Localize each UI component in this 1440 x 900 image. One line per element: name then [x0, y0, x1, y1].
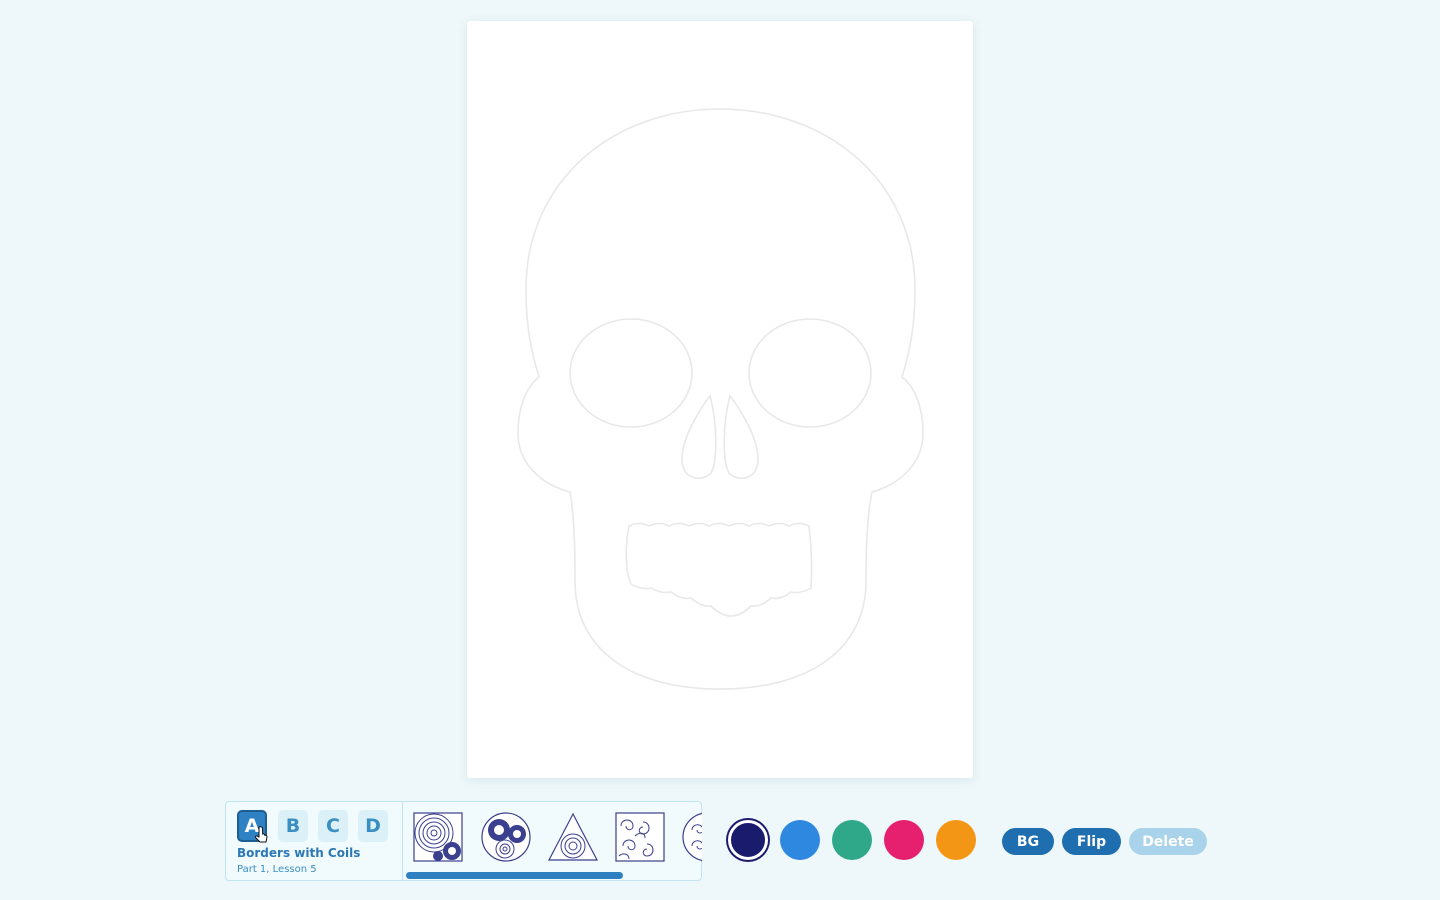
color-swatch-blue[interactable]: [780, 820, 820, 860]
tab-b[interactable]: B: [278, 810, 308, 842]
drawing-canvas[interactable]: [467, 21, 973, 778]
pattern-thumbnail-strip[interactable]: [404, 806, 702, 870]
tab-d[interactable]: D: [358, 810, 388, 842]
color-swatch-navy[interactable]: [728, 820, 768, 860]
color-swatch-teal[interactable]: [832, 820, 872, 860]
tab-label: D: [365, 815, 381, 837]
color-swatch-orange[interactable]: [936, 820, 976, 860]
skull-outline-icon: [517, 108, 924, 690]
mouse-pointer-icon: [255, 826, 268, 843]
lesson-subtitle: Part 1, Lesson 5: [237, 864, 317, 875]
color-swatch-pink[interactable]: [884, 820, 924, 860]
lesson-panel: A B C D Borders with Coils Part 1, Lesso…: [225, 801, 702, 881]
flip-button[interactable]: Flip: [1062, 828, 1121, 855]
scrollbar-thumb[interactable]: [406, 872, 623, 879]
lesson-title: Borders with Coils: [237, 846, 361, 860]
panel-divider: [402, 802, 403, 880]
tab-label: B: [285, 815, 301, 837]
thumbnail-scrollbar[interactable]: [404, 871, 702, 879]
swirl-square-pattern-icon[interactable]: [613, 810, 667, 864]
delete-button[interactable]: Delete: [1129, 828, 1207, 855]
tab-c[interactable]: C: [318, 810, 348, 842]
tab-label: C: [326, 815, 340, 837]
swirl-circle-pattern-icon[interactable]: [680, 810, 702, 864]
spiral-circle-pattern-icon[interactable]: [479, 810, 533, 864]
spiral-triangle-pattern-icon[interactable]: [546, 810, 600, 864]
spiral-square-pattern-icon[interactable]: [411, 810, 465, 864]
bg-button[interactable]: BG: [1002, 828, 1054, 855]
